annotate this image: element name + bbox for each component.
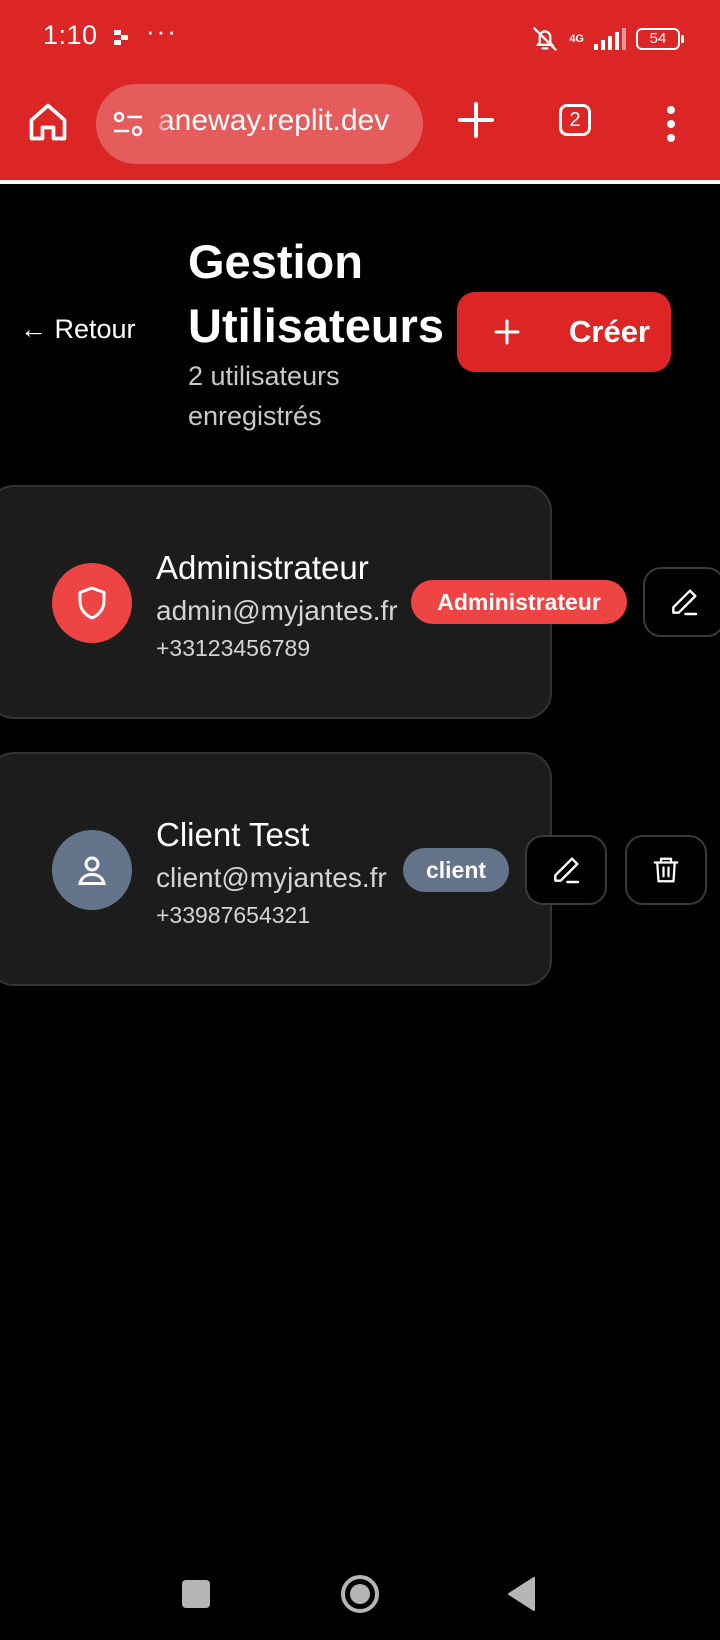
page-subtitle: 2 utilisateurs enregistrés [188, 361, 340, 431]
back-link[interactable]: ← Retour [20, 314, 136, 345]
create-button-label: Créer [569, 314, 650, 349]
status-indicators: 4G 54 [531, 22, 684, 56]
avatar [52, 830, 132, 910]
edit-user-button[interactable] [525, 835, 607, 905]
plus-icon [494, 319, 520, 345]
user-phone: +33123456789 [156, 635, 311, 661]
signal-icon [594, 28, 626, 50]
nav-home-button[interactable] [340, 1574, 380, 1614]
role-badge: client [403, 848, 509, 892]
nav-back-button[interactable] [506, 1576, 538, 1612]
silent-bell-icon [533, 27, 557, 51]
user-icon [78, 856, 106, 885]
user-name: Client Test [156, 816, 310, 853]
trash-icon [653, 857, 679, 883]
status-time: 1:10 [43, 20, 98, 50]
user-email: admin@myjantes.fr [156, 595, 398, 626]
user-name: Administrateur [156, 549, 369, 586]
browser-toolbar: aneway.replit.dev 2 [0, 78, 720, 180]
page-title: Gestion Utilisateurs [188, 235, 444, 352]
create-user-button[interactable]: Créer [457, 292, 671, 372]
notification-icon [114, 30, 128, 45]
delete-user-button[interactable] [625, 835, 707, 905]
edit-user-button[interactable] [643, 567, 720, 637]
url-fade [154, 84, 170, 164]
toolbar-divider [0, 180, 720, 184]
new-tab-icon[interactable] [456, 98, 496, 142]
menu-icon[interactable] [664, 104, 678, 144]
url-bar[interactable]: aneway.replit.dev [96, 84, 423, 164]
pencil-icon [554, 857, 580, 884]
status-more-dots: ··· [146, 16, 178, 46]
shield-icon [78, 586, 106, 620]
user-phone: +33987654321 [156, 902, 311, 928]
role-badge: Administrateur [411, 580, 627, 624]
battery-icon: 54 [636, 28, 684, 50]
user-email: client@myjantes.fr [156, 862, 387, 893]
avatar [52, 563, 132, 643]
tab-switcher-button[interactable]: 2 [559, 104, 591, 136]
pencil-icon [672, 589, 698, 616]
home-icon[interactable] [26, 100, 70, 144]
status-bar: 1:10 ··· 4G 54 [0, 0, 720, 78]
url-text: aneway.replit.dev [158, 104, 390, 137]
network-type: 4G [569, 32, 584, 45]
site-settings-icon[interactable] [112, 110, 144, 138]
recent-apps-button[interactable] [182, 1580, 210, 1608]
